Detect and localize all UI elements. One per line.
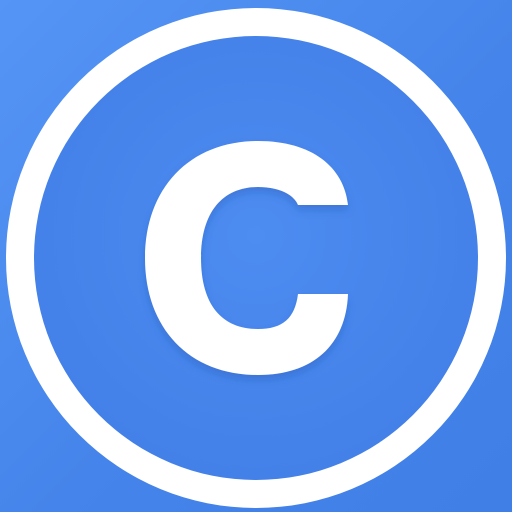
copyright-icon — [6, 8, 506, 508]
app-icon — [0, 0, 512, 512]
inner-circle — [34, 36, 478, 480]
